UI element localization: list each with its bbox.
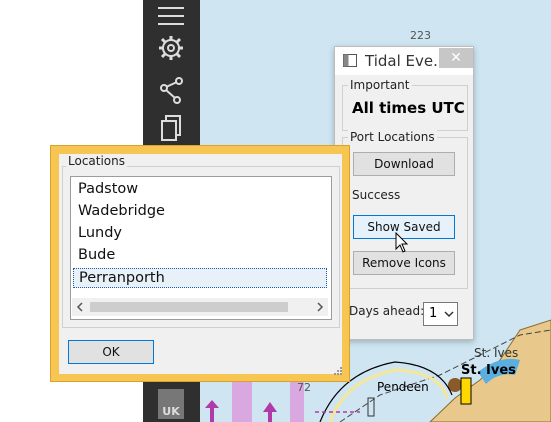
days-ahead-value: 1 xyxy=(429,306,438,321)
documents-icon[interactable] xyxy=(155,112,187,144)
remove-icons-button[interactable]: Remove Icons xyxy=(353,251,455,275)
days-ahead-label: Days ahead: xyxy=(349,304,425,318)
scroll-left-icon[interactable] xyxy=(76,302,84,312)
uk-chart-icon[interactable]: UK xyxy=(155,388,187,420)
depth-label: 223 xyxy=(410,29,431,42)
list-item[interactable]: Wadebridge xyxy=(78,203,165,219)
gear-icon[interactable] xyxy=(155,32,187,64)
utc-notice: All times UTC xyxy=(352,99,465,117)
tidal-events-window: Tidal Eve... ✕ Important All times UTC P… xyxy=(334,46,474,340)
scrollbar-thumb[interactable] xyxy=(90,302,288,312)
menu-icon[interactable] xyxy=(155,0,187,32)
tidal-window-title: Tidal Eve... xyxy=(365,52,448,70)
download-button[interactable]: Download xyxy=(353,152,455,176)
close-icon: ✕ xyxy=(450,50,462,66)
horizontal-scrollbar[interactable] xyxy=(72,298,328,316)
list-item[interactable]: Lundy xyxy=(78,225,122,241)
place-label-pendeen: Pendeen xyxy=(377,380,429,394)
tidal-window-titlebar[interactable]: Tidal Eve... ✕ xyxy=(335,47,473,75)
resize-grip-icon[interactable] xyxy=(331,364,343,376)
port-locations-label: Port Locations xyxy=(348,130,437,144)
list-item[interactable]: Bude xyxy=(78,247,115,263)
chevron-down-icon xyxy=(444,311,454,318)
mouse-cursor-icon xyxy=(395,232,409,253)
list-item[interactable]: Padstow xyxy=(78,181,138,197)
route-icon[interactable] xyxy=(155,74,187,106)
status-text: Success xyxy=(352,188,401,202)
svg-text:UK: UK xyxy=(162,405,180,418)
important-label: Important xyxy=(348,78,412,92)
locations-group-label: Locations xyxy=(66,154,128,168)
scroll-right-icon[interactable] xyxy=(316,302,324,312)
place-label-st-ives-faint: St. Ives xyxy=(474,346,519,360)
ok-button[interactable]: OK xyxy=(68,340,154,364)
close-button[interactable]: ✕ xyxy=(439,48,473,68)
days-ahead-select[interactable]: 1 xyxy=(423,302,458,326)
depth-label: 72 xyxy=(297,381,311,394)
list-item-selected[interactable]: Perranporth xyxy=(73,268,327,288)
place-label-st-ives: St. Ives xyxy=(461,363,516,378)
window-icon xyxy=(343,54,357,67)
locations-listbox[interactable]: Padstow Wadebridge Lundy Bude Perranport… xyxy=(70,176,332,320)
